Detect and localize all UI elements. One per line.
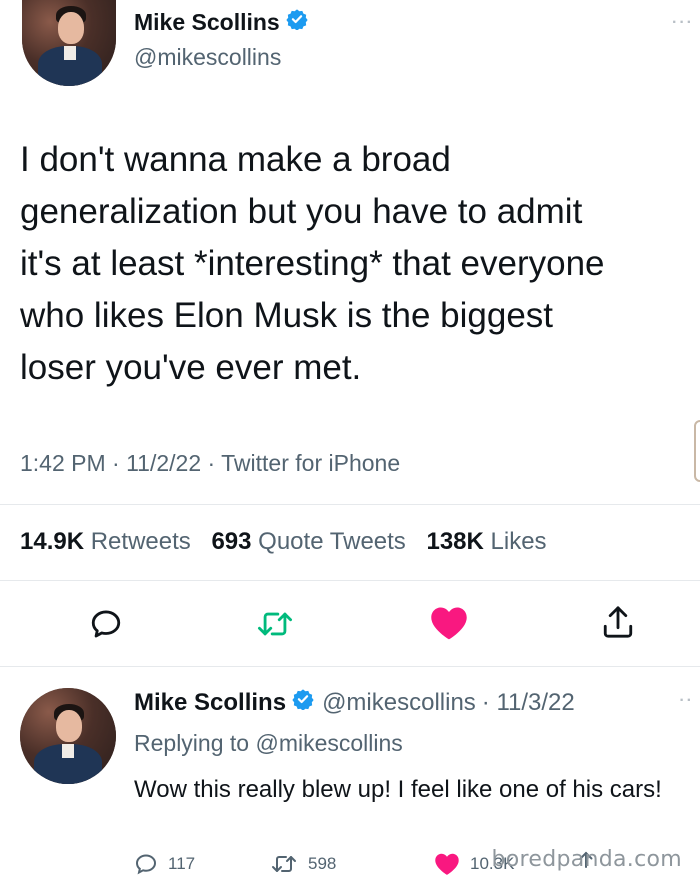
reply-reply-button[interactable]: 117	[134, 852, 195, 876]
retweet-icon	[272, 856, 296, 872]
reply-button[interactable]	[84, 604, 128, 644]
reply-retweet-button[interactable]: 598	[270, 852, 336, 876]
heart-icon	[431, 607, 467, 640]
tweet-timestamp[interactable]: 1:42 PM · 11/2/22 · Twitter for iPhone	[20, 450, 400, 477]
divider	[0, 666, 700, 667]
reply-body: Wow this really blew up! I feel like one…	[134, 776, 662, 803]
likes-label: Likes	[490, 528, 547, 555]
edge-artifact	[694, 420, 700, 482]
quotes-count: 693	[211, 528, 252, 555]
reply-author-avatar[interactable]	[20, 688, 116, 784]
more-options-icon[interactable]: ···	[672, 14, 694, 32]
share-icon	[603, 606, 633, 638]
replying-to-handle[interactable]: @mikescollins	[255, 730, 402, 756]
verified-badge-icon	[292, 688, 314, 717]
reply-retweet-count: 598	[308, 854, 337, 873]
quotes-stat[interactable]: 693 Quote Tweets	[211, 528, 405, 555]
retweet-button[interactable]	[250, 604, 300, 644]
reply-reply-count: 117	[168, 854, 196, 873]
replying-to: Replying to @mikescollins	[134, 730, 403, 757]
retweets-label: Retweets	[90, 528, 191, 555]
tweet-body-line: loser you've ever met.	[20, 348, 362, 387]
reply-more-options-icon[interactable]: ··	[679, 692, 694, 710]
reply-icon	[135, 854, 157, 875]
quotes-label: Quote Tweets	[258, 528, 406, 555]
retweets-stat[interactable]: 14.9K Retweets	[20, 528, 191, 555]
reply-author-name[interactable]: Mike Scollins	[134, 689, 286, 717]
reply-author-handle[interactable]: @mikescollins	[322, 689, 476, 717]
reply-icon	[91, 610, 121, 638]
tweet-body-line: generalization but you have to admit	[20, 192, 583, 231]
tweet-stats: 14.9K Retweets 693 Quote Tweets 138K Lik…	[20, 528, 547, 556]
retweet-icon	[257, 612, 292, 636]
watermark: boredpanda.com	[491, 847, 682, 872]
tweet-body: I don't wanna make a broad generalizatio…	[20, 134, 700, 394]
heart-icon	[435, 853, 459, 875]
tweet-body-line: it's at least *interesting* that everyon…	[20, 244, 605, 283]
tweet-body-line: who likes Elon Musk is the biggest	[20, 296, 554, 335]
likes-stat[interactable]: 138K Likes	[426, 528, 546, 555]
tweet-body-line: I don't wanna make a broad	[20, 140, 451, 179]
share-button[interactable]	[596, 600, 640, 644]
likes-count: 138K	[426, 528, 484, 555]
author-handle[interactable]: @mikescollins	[134, 44, 281, 71]
retweets-count: 14.9K	[20, 528, 85, 555]
reply-header: Mike Scollins @mikescollins · 11/3/22	[134, 688, 575, 717]
author-avatar[interactable]	[22, 0, 116, 86]
tweet-screenshot: Mike Scollins @mikescollins ··· I don't …	[0, 0, 700, 880]
like-button[interactable]	[426, 602, 472, 644]
divider	[0, 504, 700, 505]
author-name[interactable]: Mike Scollins	[134, 9, 280, 36]
verified-badge-icon	[286, 8, 308, 36]
divider	[0, 580, 700, 581]
reply-date[interactable]: · 11/3/22	[482, 689, 575, 717]
replying-to-prefix: Replying to	[134, 730, 250, 756]
